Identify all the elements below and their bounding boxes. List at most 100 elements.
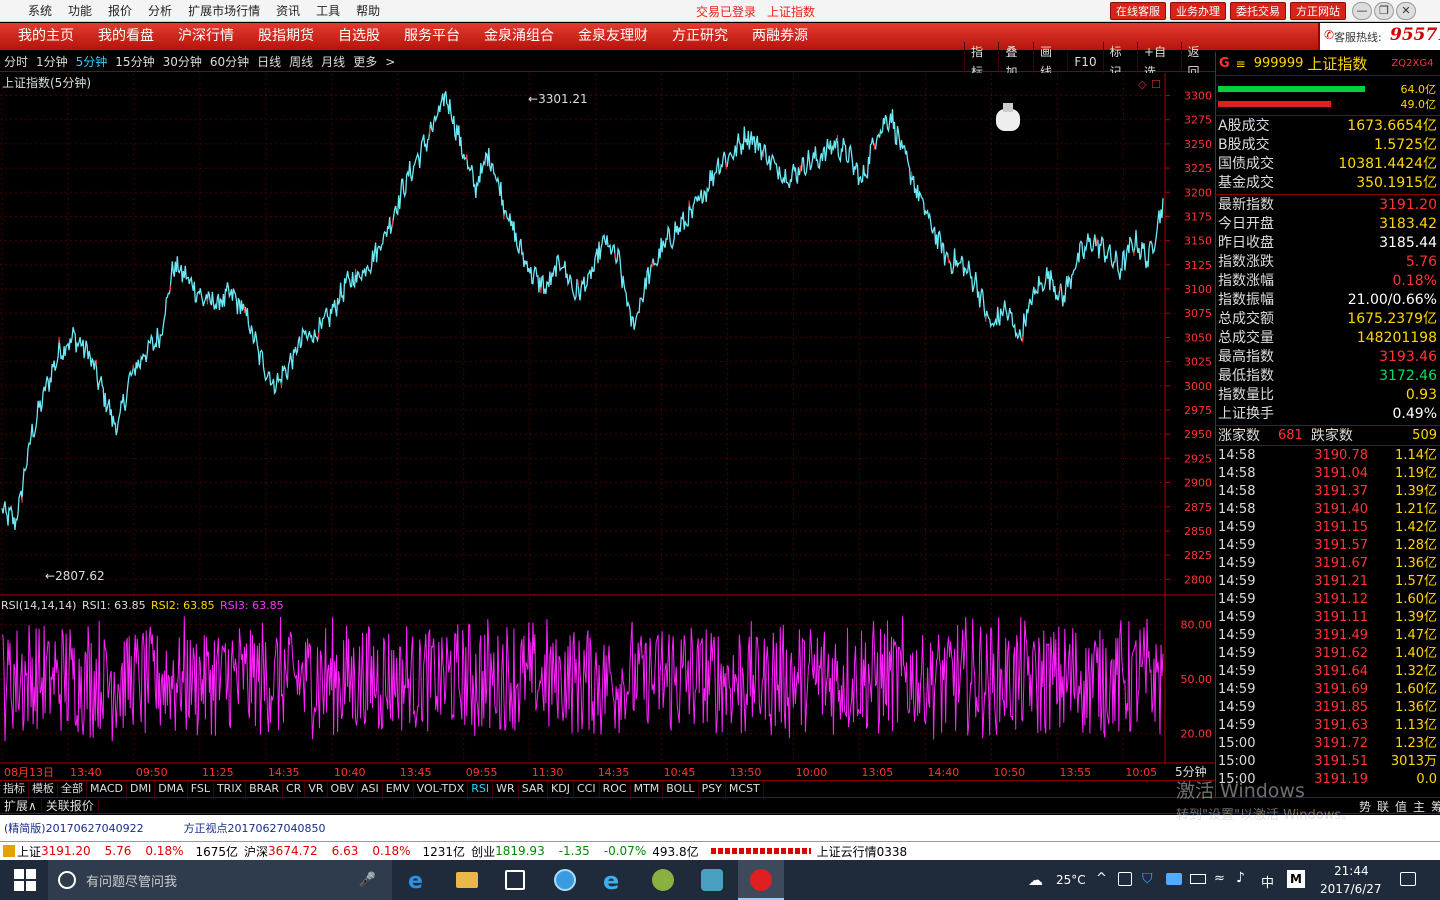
indicator--[interactable]: 全部 (58, 781, 87, 797)
indicator-roc[interactable]: ROC (600, 781, 631, 797)
menu-tools[interactable]: 工具 (308, 0, 348, 22)
search-input[interactable]: 有问题尽管问我 (86, 871, 177, 890)
menu-function[interactable]: 功能 (60, 0, 100, 22)
weather-temp[interactable]: 25°C (1056, 873, 1086, 887)
period-weekly[interactable]: 周线 (285, 52, 317, 72)
ime-mode-icon[interactable]: M (1287, 870, 1305, 888)
clock-time[interactable]: 21:44 (1334, 864, 1369, 878)
indicator-dma[interactable]: DMA (155, 781, 188, 797)
tab-value[interactable]: 值 (1392, 798, 1410, 815)
tray-vpn-icon[interactable] (1166, 873, 1182, 885)
app-network-icon[interactable] (701, 869, 723, 891)
diamond-icon[interactable]: ◇ (1138, 78, 1147, 91)
browser-360-icon[interactable] (554, 869, 576, 891)
tool-f10[interactable]: F10 (1067, 52, 1102, 72)
nav-portfolio[interactable]: 金泉涌组合 (472, 23, 566, 50)
indicator--[interactable]: 指标 (0, 781, 29, 797)
period-tick[interactable]: 分时 (0, 52, 32, 72)
news-item-1[interactable]: (精简版)20170627040922 (4, 820, 144, 836)
chevron-up-icon[interactable]: ^ (1096, 871, 1107, 886)
volume-icon[interactable]: ♪ (1236, 870, 1245, 886)
nav-watchlist[interactable]: 自选股 (326, 23, 392, 50)
windows-start-icon[interactable] (14, 869, 36, 891)
keyboard-icon[interactable] (1190, 874, 1206, 884)
period-daily[interactable]: 日线 (253, 52, 285, 72)
online-service-button[interactable]: 在线客服 (1110, 2, 1166, 20)
indicator-brar[interactable]: BRAR (246, 781, 284, 797)
nav-service[interactable]: 服务平台 (392, 23, 472, 50)
indicator-sar[interactable]: SAR (519, 781, 549, 797)
indicator-vr[interactable]: VR (305, 781, 328, 797)
close-icon[interactable]: ✕ (1396, 2, 1416, 20)
website-button[interactable]: 方正网站 (1290, 2, 1346, 20)
menu-lines-icon[interactable]: ≡ (1236, 57, 1246, 71)
minimize-icon[interactable]: — (1352, 2, 1372, 20)
indicator-asi[interactable]: ASI (358, 781, 383, 797)
menu-system[interactable]: 系统 (20, 0, 60, 22)
founder-app-icon[interactable] (738, 860, 784, 900)
indicator-trix[interactable]: TRIX (214, 781, 247, 797)
indicator-boll[interactable]: BOLL (663, 781, 699, 797)
period-1min[interactable]: 1分钟 (32, 52, 72, 72)
nav-margin[interactable]: 两融券源 (740, 23, 820, 50)
cloud-quote[interactable]: 上证云行情0338 (817, 843, 908, 860)
period-5min[interactable]: 5分钟 (72, 52, 112, 72)
notification-icon[interactable] (1400, 872, 1416, 886)
nav-my-board[interactable]: 我的看盘 (86, 23, 166, 50)
chevron-right-icon[interactable]: > (381, 52, 399, 72)
indicator-wr[interactable]: WR (493, 781, 519, 797)
menu-help[interactable]: 帮助 (348, 0, 388, 22)
restore-icon[interactable]: ❐ (1374, 2, 1394, 20)
period-30min[interactable]: 30分钟 (159, 52, 206, 72)
cortana-search[interactable]: 有问题尽管问我 🎤 (48, 860, 392, 900)
indicator-mtm[interactable]: MTM (631, 781, 664, 797)
nav-finance[interactable]: 金泉友理财 (566, 23, 660, 50)
weather-icon[interactable]: ☁ (1028, 871, 1043, 889)
tray-app-icon[interactable] (1118, 872, 1132, 886)
period-15min[interactable]: 15分钟 (111, 52, 158, 72)
business-button[interactable]: 业务办理 (1170, 2, 1226, 20)
related-quote-button[interactable]: 关联报价 (42, 797, 99, 814)
ime-indicator[interactable]: 中 (1261, 872, 1274, 891)
expand-button[interactable]: 扩展∧ (0, 797, 42, 814)
indicator-cr[interactable]: CR (283, 781, 306, 797)
indicator-emv[interactable]: EMV (383, 781, 414, 797)
tab-chips[interactable]: 筹 (1428, 798, 1440, 815)
indicator--[interactable]: 模板 (29, 781, 58, 797)
tab-main[interactable]: 主 (1410, 798, 1428, 815)
kline-chart[interactable]: 3300 3275 3250 3225 3200 3175 3150 3125 3100 3075… (0, 73, 1215, 780)
clock-date[interactable]: 2017/6/27 (1320, 882, 1382, 896)
indicator-obv[interactable]: OBV (328, 781, 358, 797)
indicator-mcst[interactable]: MCST (726, 781, 764, 797)
folder-icon[interactable] (456, 872, 478, 888)
period-60min[interactable]: 60分钟 (206, 52, 253, 72)
indicator-fsl[interactable]: FSL (188, 781, 214, 797)
microphone-icon[interactable]: 🎤 (359, 872, 376, 888)
menu-extended-market[interactable]: 扩展市场行情 (180, 0, 268, 22)
indicator-rsi[interactable]: RSI (468, 781, 494, 797)
indicator-macd[interactable]: MACD (87, 781, 127, 797)
trade-button[interactable]: 委托交易 (1230, 2, 1286, 20)
news-item-2[interactable]: 方正视点20170627040850 (184, 820, 326, 836)
wifi-icon[interactable]: ≈ (1214, 871, 1225, 886)
edge-icon[interactable]: e (408, 869, 423, 894)
indicator-psy[interactable]: PSY (699, 781, 726, 797)
indicator-dmi[interactable]: DMI (127, 781, 156, 797)
ie-icon[interactable]: e (603, 867, 619, 895)
menu-news[interactable]: 资讯 (268, 0, 308, 22)
menu-quote[interactable]: 报价 (100, 0, 140, 22)
nav-research[interactable]: 方正研究 (660, 23, 740, 50)
nav-home[interactable]: 我的主页 (6, 23, 86, 50)
store-icon[interactable] (505, 870, 525, 890)
tab-trend[interactable]: 势 (1356, 798, 1374, 815)
tab-link[interactable]: 联 (1374, 798, 1392, 815)
nav-market[interactable]: 沪深行情 (166, 23, 246, 50)
nav-futures[interactable]: 股指期货 (246, 23, 326, 50)
maximize-pane-icon[interactable]: ☐ (1151, 78, 1161, 91)
menu-analysis[interactable]: 分析 (140, 0, 180, 22)
shield-icon[interactable]: ⛉ (1142, 871, 1153, 887)
period-more[interactable]: 更多 (349, 52, 381, 72)
app-green-icon[interactable] (652, 869, 674, 891)
indicator-kdj[interactable]: KDJ (548, 781, 574, 797)
period-monthly[interactable]: 月线 (317, 52, 349, 72)
